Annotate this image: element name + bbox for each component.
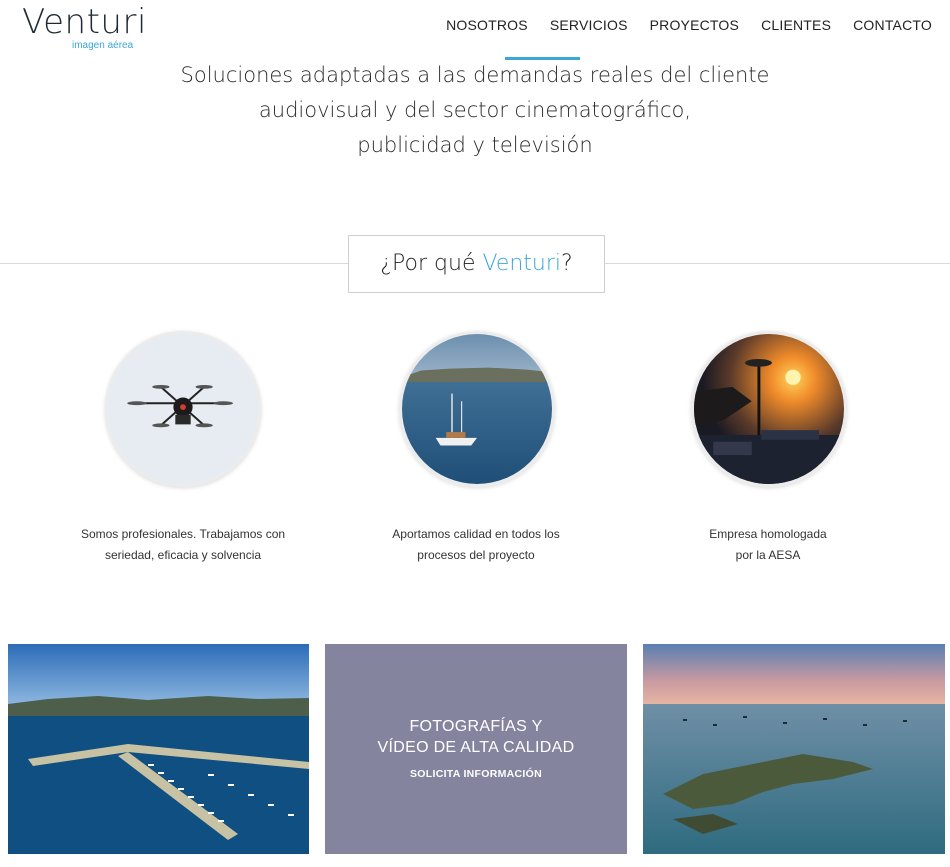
feature-caption-line: por la AESA [735,548,801,562]
feature-caption-line: procesos del proyecto [417,548,535,562]
drone-photo [105,331,261,487]
promo-title-line: VÍDEO DE ALTA CALIDAD [377,739,575,756]
sunset-equipment-photo [691,331,847,487]
marina-image [8,644,309,854]
brand-name: Venturi [22,2,147,42]
sailboat-icon [402,334,552,484]
drone-icon [108,334,258,484]
nav-item-proyectos[interactable]: PROYECTOS [650,17,739,33]
section-title-brand: Venturi [482,251,562,276]
promo-title-line: FOTOGRAFÍAS Y [409,718,543,735]
brand-tagline: imagen aérea [72,40,134,51]
feature-caption-line: Aportamos calidad en todos los [392,527,560,541]
section-title-suffix: ? [561,251,573,276]
feature-caption-line: seriedad, eficacia y solvencia [104,548,262,562]
nav-item-contacto[interactable]: CONTACTO [853,17,932,33]
nav-item-nosotros[interactable]: NOSOTROS [446,17,528,33]
request-info-link[interactable]: SOLICITA INFORMACIÓN [325,768,627,780]
nav-item-servicios[interactable]: SERVICIOS [550,17,628,33]
marina-photo[interactable] [8,644,309,854]
intro-line: audiovisual y del sector cinematográfico… [258,98,692,122]
island-photo[interactable] [643,644,945,854]
intro-line: publicidad y televisión [357,133,593,157]
promo-tile[interactable]: FOTOGRAFÍAS Y VÍDEO DE ALTA CALIDAD SOLI… [325,644,627,854]
intro-text: Soluciones adaptadas a las demandas real… [0,58,950,163]
brand-logo[interactable]: Venturi imagen aérea [22,2,152,52]
intro-line: Soluciones adaptadas a las demandas real… [180,63,770,87]
feature-caption: Somos profesionales. Trabajamos con seri… [53,524,313,566]
island-image [643,644,945,854]
promo-title: FOTOGRAFÍAS Y VÍDEO DE ALTA CALIDAD [325,716,627,758]
sailboat-photo [399,331,555,487]
feature-caption: Empresa homologada por la AESA [638,524,898,566]
feature-caption: Aportamos calidad en todos los procesos … [346,524,606,566]
nav-item-clientes[interactable]: CLIENTES [761,17,831,33]
sunset-icon [694,334,844,484]
section-title: ¿Por qué Venturi? [348,235,605,293]
feature-caption-line: Somos profesionales. Trabajamos con [80,527,286,541]
section-title-prefix: ¿Por qué [380,251,483,276]
main-nav: NOSOTROS SERVICIOS PROYECTOS CLIENTES CO… [446,17,932,33]
feature-caption-line: Empresa homologada [709,527,827,541]
